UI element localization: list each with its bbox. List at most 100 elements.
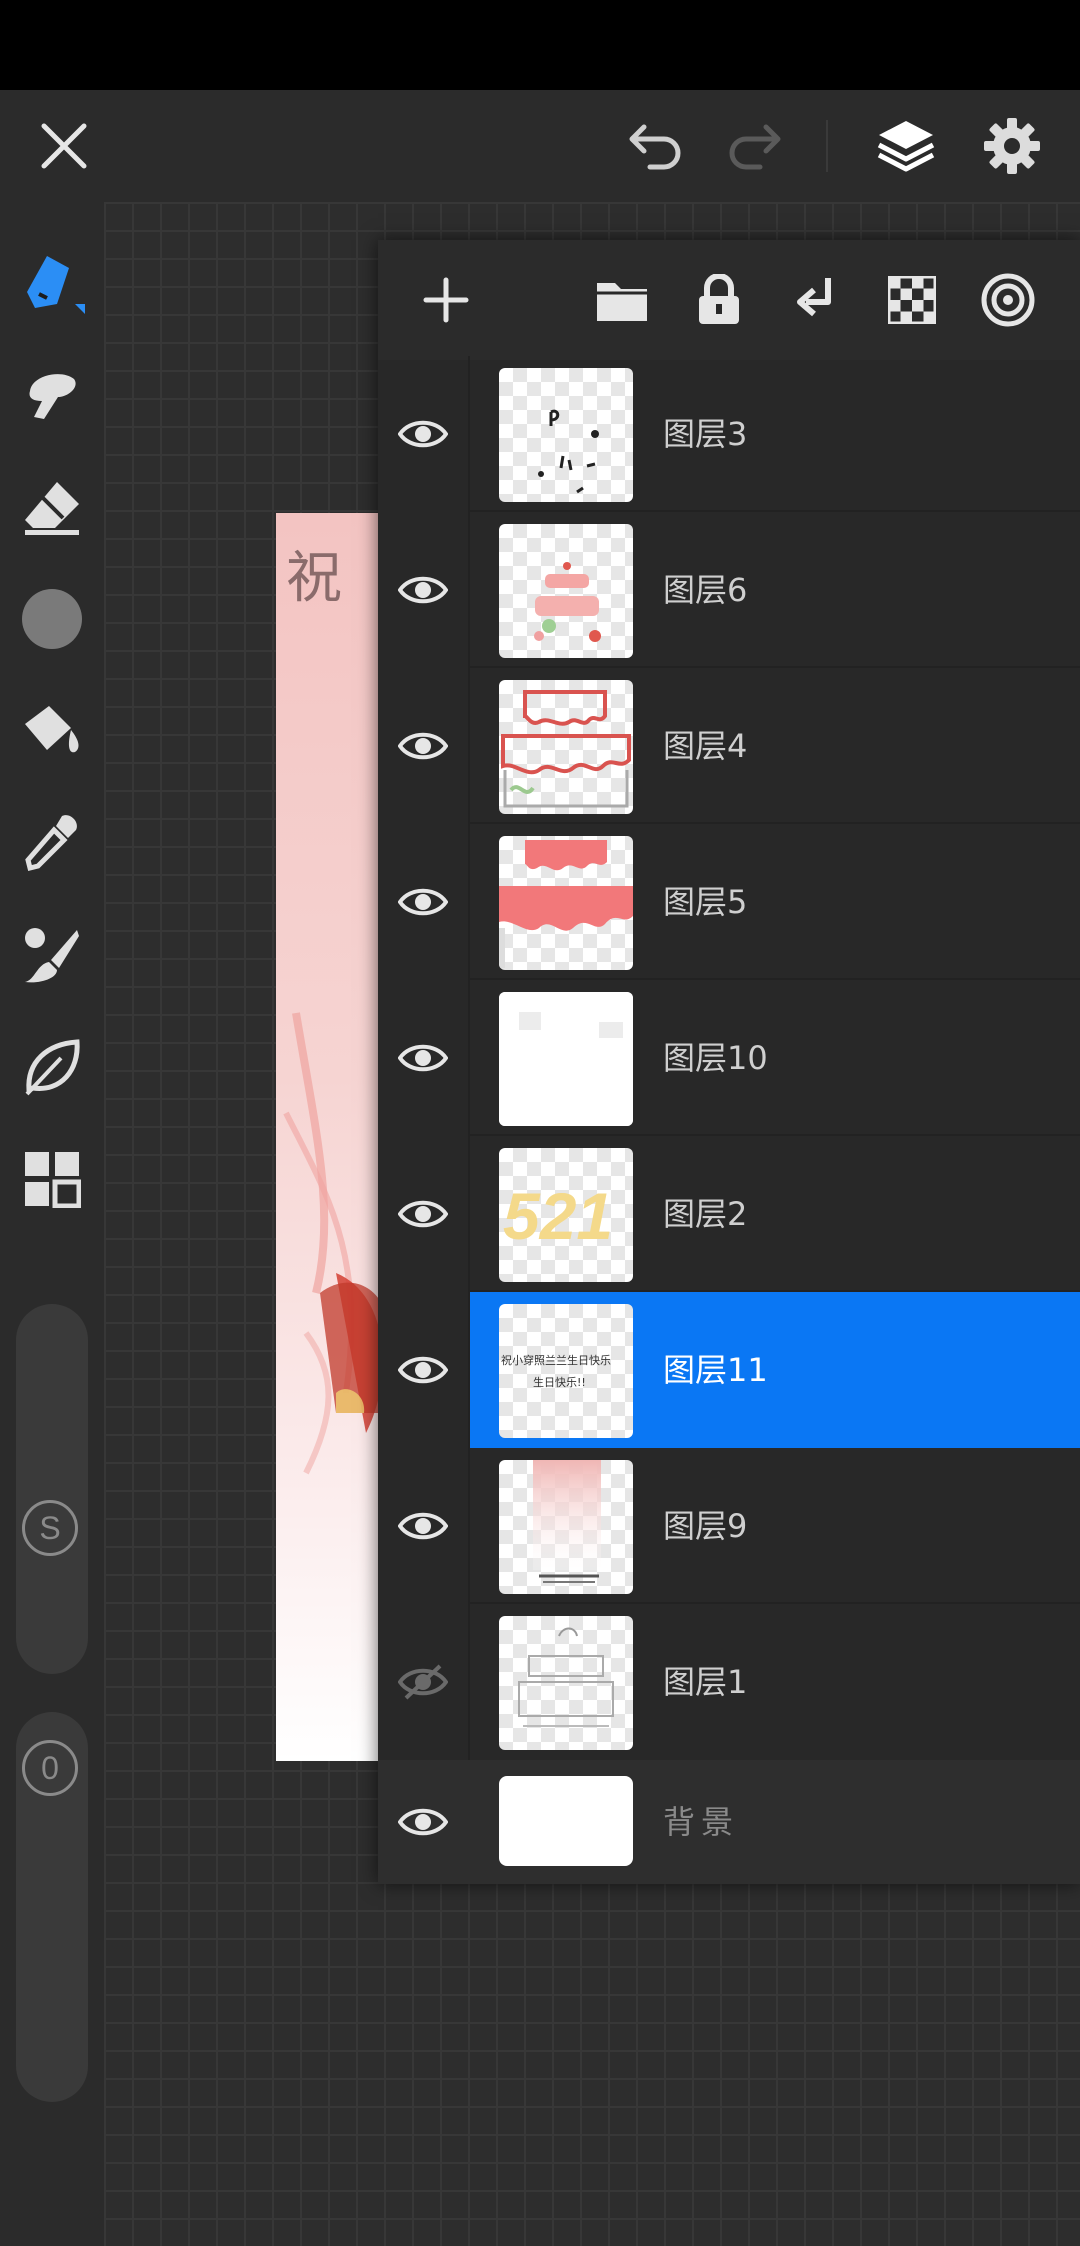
eye-icon [398, 1356, 448, 1384]
smudge-tool[interactable] [0, 350, 104, 440]
paint-bucket-icon [25, 706, 79, 753]
redo-icon [729, 124, 781, 170]
eye-icon [398, 732, 448, 760]
eye-icon [398, 1200, 448, 1228]
layer-name: 图层6 [663, 571, 748, 609]
reference-button[interactable] [978, 270, 1038, 330]
opacity-label: 0 [22, 1740, 78, 1796]
new-group-button[interactable] [592, 270, 652, 330]
merge-down-icon [797, 278, 831, 317]
toolbar-divider [826, 120, 828, 172]
lock-layer-button[interactable] [689, 270, 749, 330]
layer-row[interactable]: 图层9 [378, 1448, 1080, 1604]
top-toolbar [0, 90, 1080, 202]
layer11-thumb-line2: 生日快乐!! [533, 1376, 586, 1389]
layer-name: 图层4 [663, 727, 748, 765]
visibility-toggle[interactable] [378, 668, 468, 824]
layer-row[interactable]: 图层10 [378, 980, 1080, 1136]
grid-icon [25, 1152, 81, 1208]
layer-row[interactable]: 图层6 [378, 512, 1080, 668]
gear-icon [984, 118, 1040, 174]
leaf-tool[interactable] [0, 1022, 104, 1112]
undo-button[interactable] [622, 112, 690, 180]
smudge-icon [29, 374, 76, 419]
eraser-icon [25, 482, 79, 535]
eyedropper-tool[interactable] [0, 798, 104, 888]
visibility-toggle[interactable] [378, 1448, 468, 1604]
layers-button[interactable] [868, 108, 944, 184]
checker-icon [888, 276, 936, 324]
add-layer-button[interactable] [416, 270, 476, 330]
redo-button[interactable] [720, 112, 788, 180]
layer-name: 图层10 [663, 1039, 768, 1077]
gallery-tool[interactable] [0, 1134, 104, 1224]
layer-thumbnail: 521 [499, 1148, 633, 1282]
layer-name: 图层2 [663, 1195, 748, 1233]
visibility-toggle[interactable] [378, 1604, 468, 1760]
eye-icon [398, 1044, 448, 1072]
visibility-toggle[interactable] [378, 356, 468, 512]
layer-thumbnail [499, 836, 633, 970]
status-bar [0, 0, 1080, 90]
add-icon [423, 277, 469, 323]
merge-down-button[interactable] [786, 270, 846, 330]
layer-thumbnail [499, 1616, 633, 1750]
layer-thumbnail [499, 1460, 633, 1594]
layer-row[interactable]: 图层1 [378, 1604, 1080, 1760]
layers-panel-header [378, 240, 1080, 360]
fill-tool[interactable] [0, 686, 104, 776]
layer11-thumb-line1: 祝小穿照兰兰生日快乐 [501, 1354, 611, 1367]
tool-sidebar: S 0 [0, 202, 104, 2246]
layer-thumbnail [499, 680, 633, 814]
eye-icon [398, 888, 448, 916]
settings-button[interactable] [974, 108, 1050, 184]
eye-icon [398, 420, 448, 448]
eye-icon [398, 1808, 448, 1836]
eye-icon [398, 1512, 448, 1540]
layers-icon [877, 121, 935, 172]
visibility-toggle[interactable] [378, 1760, 468, 1884]
layer-row[interactable]: 521 图层2 [378, 1136, 1080, 1292]
color-swatch-icon [22, 589, 82, 649]
lock-icon [699, 274, 739, 324]
folder-icon [597, 283, 647, 321]
layer-row[interactable]: 图层3 [378, 356, 1080, 512]
visibility-toggle[interactable] [378, 980, 468, 1136]
leaf-icon [25, 1039, 80, 1096]
eye-hidden-icon [398, 1664, 448, 1700]
layer-thumbnail [499, 524, 633, 658]
layer-thumbnail: 祝小穿照兰兰生日快乐 生日快乐!! [499, 1304, 633, 1438]
pencil-tool[interactable] [0, 238, 104, 328]
color-tool[interactable] [0, 574, 104, 664]
visibility-toggle[interactable] [378, 1292, 468, 1448]
pencil-icon [27, 256, 85, 314]
layer2-thumb-text: 521 [503, 1179, 614, 1253]
layers-panel: 图层3 图层6 图层4 图层5 图层10 521 图层2 祝小穿照兰兰生日快乐 … [378, 240, 1080, 1884]
layer-thumbnail [499, 368, 633, 502]
visibility-toggle[interactable] [378, 512, 468, 668]
visibility-toggle[interactable] [378, 1136, 468, 1292]
alpha-lock-button[interactable] [882, 270, 942, 330]
layer-name: 图层11 [663, 1351, 768, 1389]
brush-size-knob[interactable]: S [18, 1496, 82, 1560]
undo-icon [629, 124, 681, 170]
eye-icon [398, 576, 448, 604]
layer-row[interactable]: 图层5 [378, 824, 1080, 980]
background-color-thumbnail [499, 1776, 633, 1866]
size-label: S [22, 1500, 78, 1556]
close-button[interactable] [30, 112, 98, 180]
layer-thumbnail [499, 992, 633, 1126]
layer-name: 图层9 [663, 1507, 748, 1545]
eraser-tool[interactable] [0, 462, 104, 552]
background-layer-name: 背景 [663, 1803, 740, 1841]
close-icon [41, 123, 87, 169]
opacity-knob[interactable]: 0 [18, 1736, 82, 1800]
brush-tool[interactable] [0, 910, 104, 1000]
layer-row-selected[interactable]: 祝小穿照兰兰生日快乐 生日快乐!! 图层11 [378, 1292, 1080, 1448]
brush-size-slider[interactable] [16, 1304, 88, 1674]
visibility-toggle[interactable] [378, 824, 468, 980]
layer-row[interactable]: 图层4 [378, 668, 1080, 824]
background-layer-row[interactable]: 背景 [378, 1760, 1080, 1884]
eyedropper-icon [25, 815, 77, 872]
layer-name: 图层1 [663, 1663, 748, 1701]
